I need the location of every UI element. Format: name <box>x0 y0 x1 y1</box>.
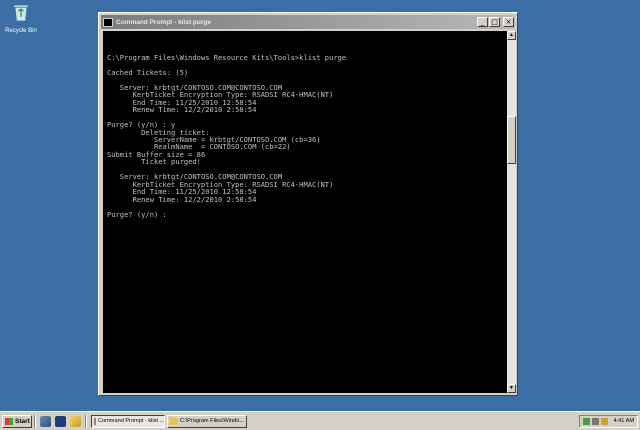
task-explorer-folder[interactable]: C:\Program Files\Windo... <box>167 414 247 428</box>
window-titlebar[interactable]: Command Prompt - klist purge _ □ × <box>101 15 515 29</box>
clock[interactable]: 4:41 AM <box>613 418 634 424</box>
task-label: C:\Program Files\Windo... <box>180 418 245 424</box>
scroll-down-button[interactable]: ▼ <box>507 384 516 393</box>
taskbar: Start Command Prompt - klist ... C:\Prog… <box>0 411 640 430</box>
vertical-scrollbar[interactable]: ▲ ▼ <box>507 31 516 393</box>
console-text: C:\Program Files\Windows Resource Kits\T… <box>107 53 347 219</box>
console-output[interactable]: C:\Program Files\Windows Resource Kits\T… <box>103 31 507 393</box>
command-prompt-window[interactable]: Command Prompt - klist purge _ □ × C:\Pr… <box>98 12 518 396</box>
command-prompt-icon[interactable] <box>103 17 113 27</box>
action-center-icon[interactable] <box>601 417 609 425</box>
task-command-prompt[interactable]: Command Prompt - klist ... <box>91 414 165 428</box>
folder-icon <box>170 417 178 425</box>
windows-flag-icon <box>5 417 13 425</box>
scroll-up-button[interactable]: ▲ <box>507 31 516 40</box>
taskbar-separator <box>85 414 87 428</box>
explorer-icon[interactable] <box>70 415 81 427</box>
command-prompt-icon <box>94 417 96 425</box>
system-tray: 4:41 AM <box>579 414 638 428</box>
start-label: Start <box>15 417 30 425</box>
volume-icon[interactable] <box>592 417 600 425</box>
task-label: Command Prompt - klist ... <box>98 418 165 424</box>
network-icon[interactable] <box>583 417 591 425</box>
recycle-bin-shortcut[interactable]: Recycle Bin <box>3 2 39 34</box>
start-button[interactable]: Start <box>2 414 32 428</box>
taskbar-separator <box>34 414 36 428</box>
close-button[interactable]: × <box>503 17 514 27</box>
minimize-button[interactable]: _ <box>477 17 488 27</box>
recycle-bin-label: Recycle Bin <box>5 28 37 34</box>
window-title: Command Prompt - klist purge <box>116 18 211 26</box>
recycle-bin-icon <box>13 4 29 22</box>
scrollbar-thumb[interactable] <box>507 116 516 164</box>
maximize-button[interactable]: □ <box>489 17 500 27</box>
server-manager-icon[interactable] <box>40 415 51 427</box>
powershell-icon[interactable] <box>55 415 66 427</box>
